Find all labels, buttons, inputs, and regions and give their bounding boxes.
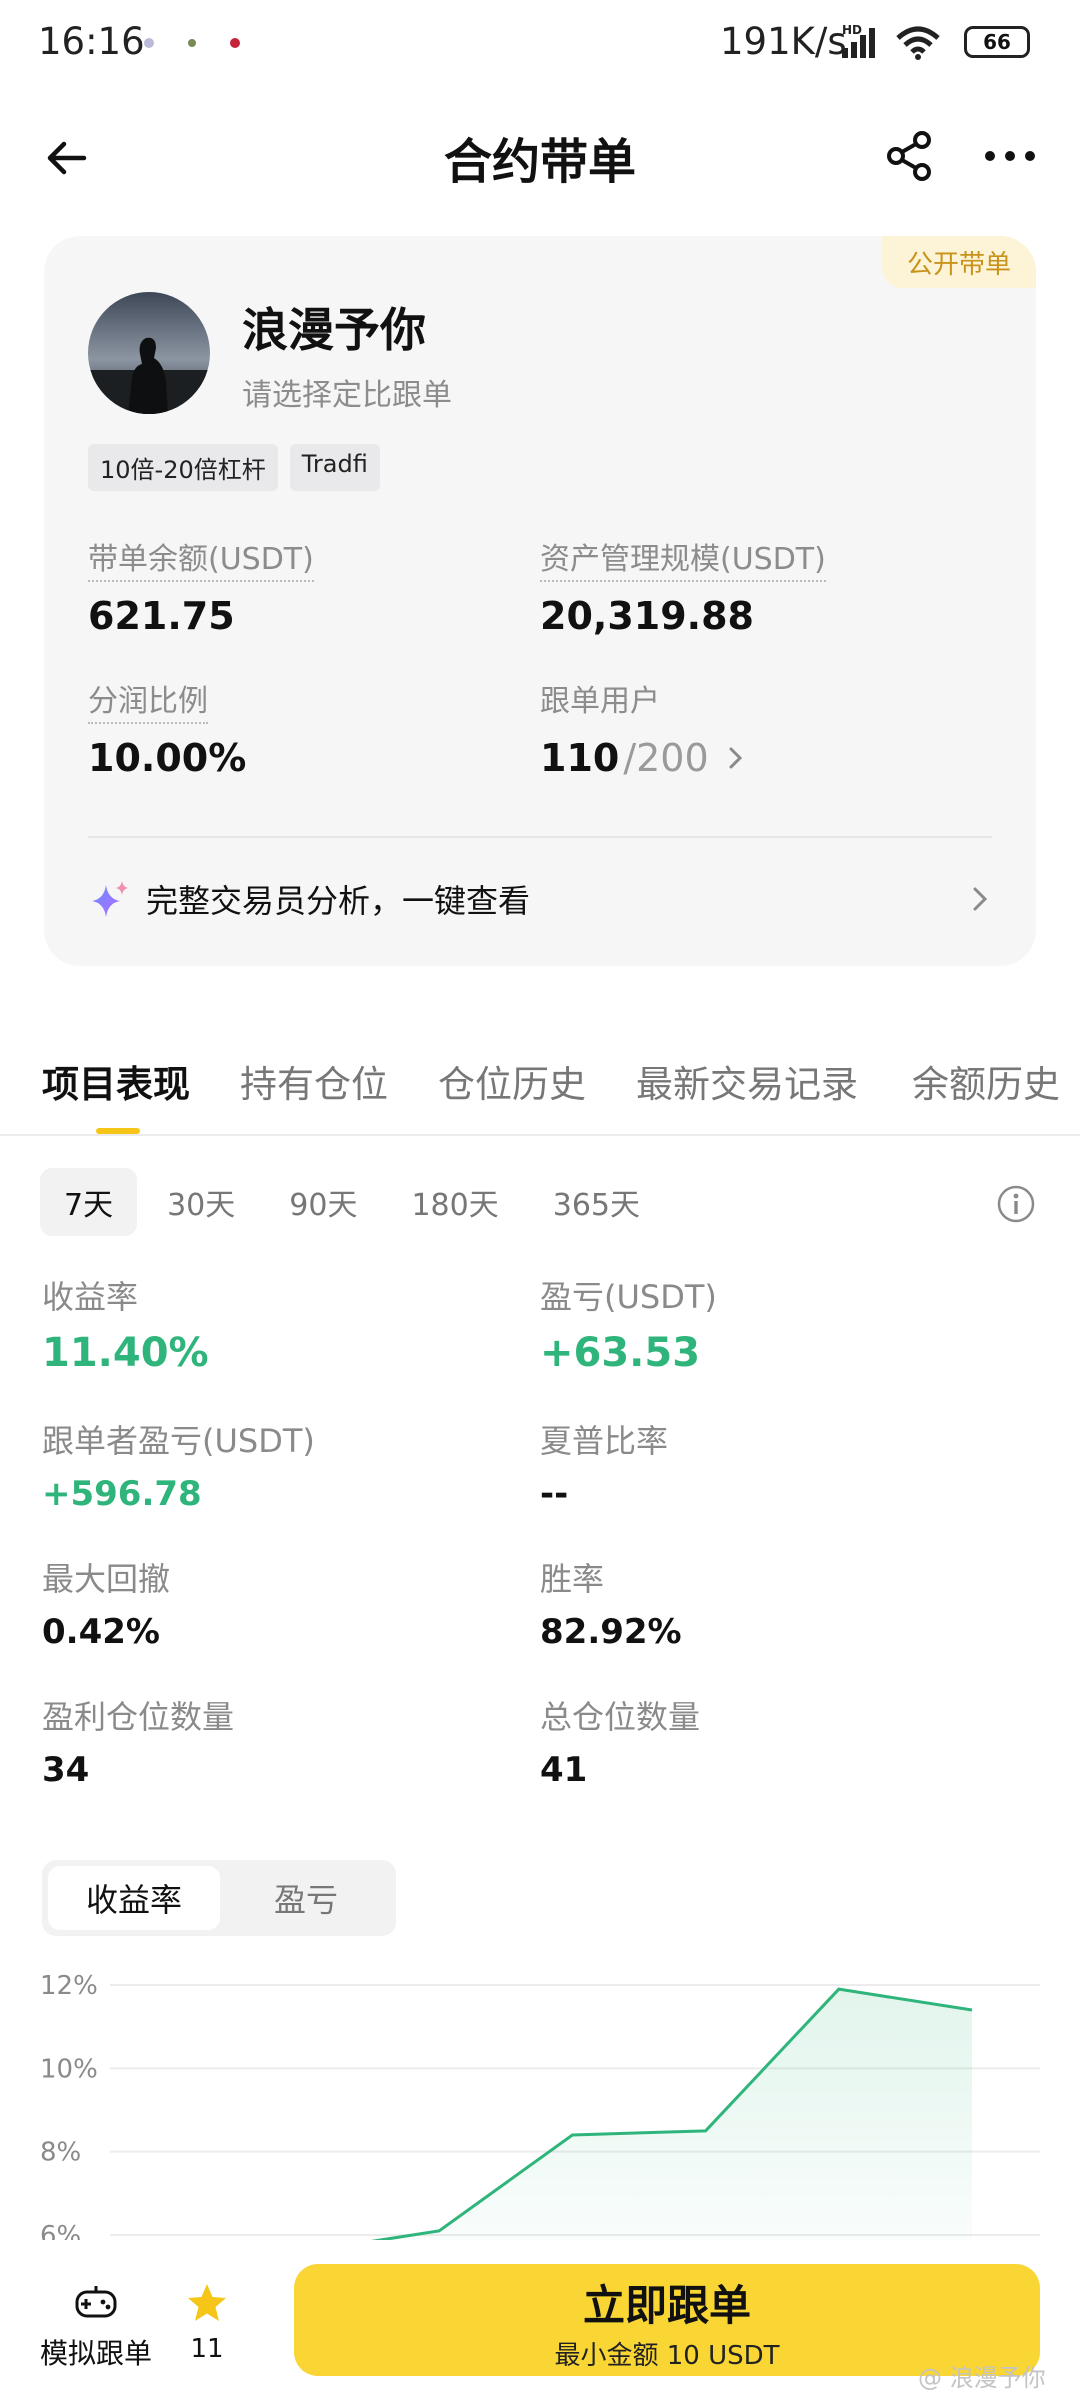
info-icon bbox=[997, 1185, 1035, 1223]
total-positions-value: 41 bbox=[540, 1750, 588, 1790]
follower-pnl-label: 跟单者盈亏(USDT) bbox=[42, 1422, 315, 1460]
win-rate-label: 胜率 bbox=[540, 1560, 605, 1598]
trader-tags: 10倍-20倍杠杆 Tradfi bbox=[88, 444, 380, 491]
follower-pnl-value: +596.78 bbox=[42, 1474, 202, 1514]
favorite-count: 11 bbox=[190, 2334, 224, 2364]
followers-cap: /200 bbox=[623, 736, 709, 780]
profit-share-value: 10.00% bbox=[88, 736, 247, 780]
followers-label: 跟单用户 bbox=[540, 684, 660, 719]
roi-chart: 12%10%8%6% bbox=[40, 1971, 1040, 2260]
avatar[interactable] bbox=[88, 292, 210, 414]
chart-mode-toggle: 收益率 盈亏 bbox=[42, 1860, 396, 1936]
tab-position-history[interactable]: 仓位历史 bbox=[438, 1054, 586, 1108]
tradfi-tag: Tradfi bbox=[289, 444, 380, 491]
roi-label: 收益率 bbox=[42, 1278, 139, 1316]
share-button[interactable] bbox=[882, 128, 938, 184]
max-drawdown-value: 0.42% bbox=[42, 1612, 160, 1652]
chevron-right-icon bbox=[729, 747, 742, 769]
battery-icon: 66 bbox=[964, 26, 1030, 58]
balance-label[interactable]: 带单余额(USDT) bbox=[88, 534, 314, 582]
more-dots-icon bbox=[985, 151, 1035, 161]
performance-tabs: 项目表现 持有仓位 仓位历史 最新交易记录 余额历史 bbox=[0, 1050, 1080, 1136]
status-bar: 16:16 191K/s HD 66 bbox=[0, 0, 1080, 90]
period-365d[interactable]: 365天 bbox=[529, 1168, 664, 1236]
trader-analysis-link[interactable]: 完整交易员分析，一键查看 bbox=[88, 864, 992, 934]
tab-latest-trades[interactable]: 最新交易记录 bbox=[636, 1054, 858, 1108]
aum-value: 20,319.88 bbox=[540, 594, 754, 638]
profit-positions-value: 34 bbox=[42, 1750, 90, 1790]
star-icon bbox=[188, 2284, 226, 2321]
share-icon bbox=[887, 131, 931, 181]
period-90d[interactable]: 90天 bbox=[265, 1168, 381, 1236]
gamepad-icon bbox=[75, 2286, 117, 2318]
trader-profile-card: 公开带单 浪漫予你 请选择定比跟单 10倍-20倍杠杆 Tradfi 带单余额(… bbox=[44, 236, 1036, 966]
y-tick-label: 8% bbox=[40, 2138, 81, 2168]
favorite-button[interactable]: 11 bbox=[172, 2282, 242, 2382]
card-divider bbox=[88, 836, 992, 838]
period-30d[interactable]: 30天 bbox=[143, 1168, 259, 1236]
follow-now-label: 立即跟单 bbox=[582, 2281, 751, 2330]
roi-value: 11.40% bbox=[42, 1330, 209, 1376]
analysis-text: 完整交易员分析，一键查看 bbox=[146, 882, 531, 920]
simulate-follow-button[interactable]: 模拟跟单 bbox=[36, 2282, 156, 2382]
followers-count[interactable]: 110 /200 bbox=[540, 736, 747, 780]
sparkle-icon bbox=[92, 881, 128, 917]
signal-icon: HD bbox=[842, 23, 875, 58]
profit-positions-label: 盈利仓位数量 bbox=[42, 1698, 235, 1736]
period-selector: 7天 30天 90天 180天 365天 bbox=[40, 1168, 670, 1236]
leverage-tag: 10倍-20倍杠杆 bbox=[88, 444, 278, 491]
avatar-image bbox=[88, 292, 210, 414]
tab-performance[interactable]: 项目表现 bbox=[42, 1054, 190, 1108]
network-speed: 191K/s bbox=[720, 20, 847, 63]
aum-label[interactable]: 资产管理规模(USDT) bbox=[540, 534, 826, 582]
system-icons: HD 66 bbox=[838, 22, 1030, 62]
period-7d[interactable]: 7天 bbox=[40, 1168, 138, 1236]
y-tick-label: 10% bbox=[40, 2054, 98, 2084]
info-button[interactable] bbox=[996, 1184, 1036, 1224]
svg-text:HD: HD bbox=[842, 23, 862, 37]
toggle-roi[interactable]: 收益率 bbox=[48, 1866, 220, 1930]
wifi-icon bbox=[896, 26, 940, 60]
watermark: @ 浪漫予你 bbox=[918, 2364, 1046, 2392]
profit-share-label[interactable]: 分润比例 bbox=[88, 676, 208, 724]
total-positions-label: 总仓位数量 bbox=[540, 1698, 701, 1736]
public-badge: 公开带单 bbox=[882, 236, 1036, 288]
play-notification-icon bbox=[188, 39, 196, 47]
trader-subtitle: 请选择定比跟单 bbox=[242, 378, 452, 413]
app-header: 合约带单 bbox=[0, 110, 1080, 200]
win-rate-value: 82.92% bbox=[540, 1612, 682, 1652]
y-tick-label: 12% bbox=[40, 1971, 98, 2001]
app-notification-icon bbox=[144, 38, 154, 48]
chevron-right-icon bbox=[973, 887, 988, 911]
tab-balance-history[interactable]: 余额历史 bbox=[912, 1054, 1060, 1108]
status-time: 16:16 bbox=[38, 20, 145, 63]
balance-value: 621.75 bbox=[88, 594, 235, 638]
sharpe-value: -- bbox=[540, 1474, 569, 1514]
simulate-follow-label: 模拟跟单 bbox=[39, 2337, 152, 2370]
chart-area-fill bbox=[306, 1989, 972, 2260]
more-button[interactable] bbox=[980, 128, 1040, 184]
tab-indicator bbox=[96, 1128, 140, 1134]
pnl-value: +63.53 bbox=[540, 1330, 701, 1376]
notification-icons bbox=[144, 38, 240, 48]
app-notification-icon-2 bbox=[230, 38, 240, 48]
pnl-label: 盈亏(USDT) bbox=[540, 1278, 717, 1316]
max-drawdown-label: 最大回撤 bbox=[42, 1560, 171, 1598]
followers-current: 110 bbox=[540, 736, 620, 780]
sharpe-label: 夏普比率 bbox=[540, 1422, 669, 1460]
toggle-pnl[interactable]: 盈亏 bbox=[220, 1866, 392, 1930]
period-180d[interactable]: 180天 bbox=[387, 1168, 522, 1236]
tab-positions[interactable]: 持有仓位 bbox=[240, 1054, 388, 1108]
trader-name: 浪漫予你 bbox=[242, 303, 426, 357]
